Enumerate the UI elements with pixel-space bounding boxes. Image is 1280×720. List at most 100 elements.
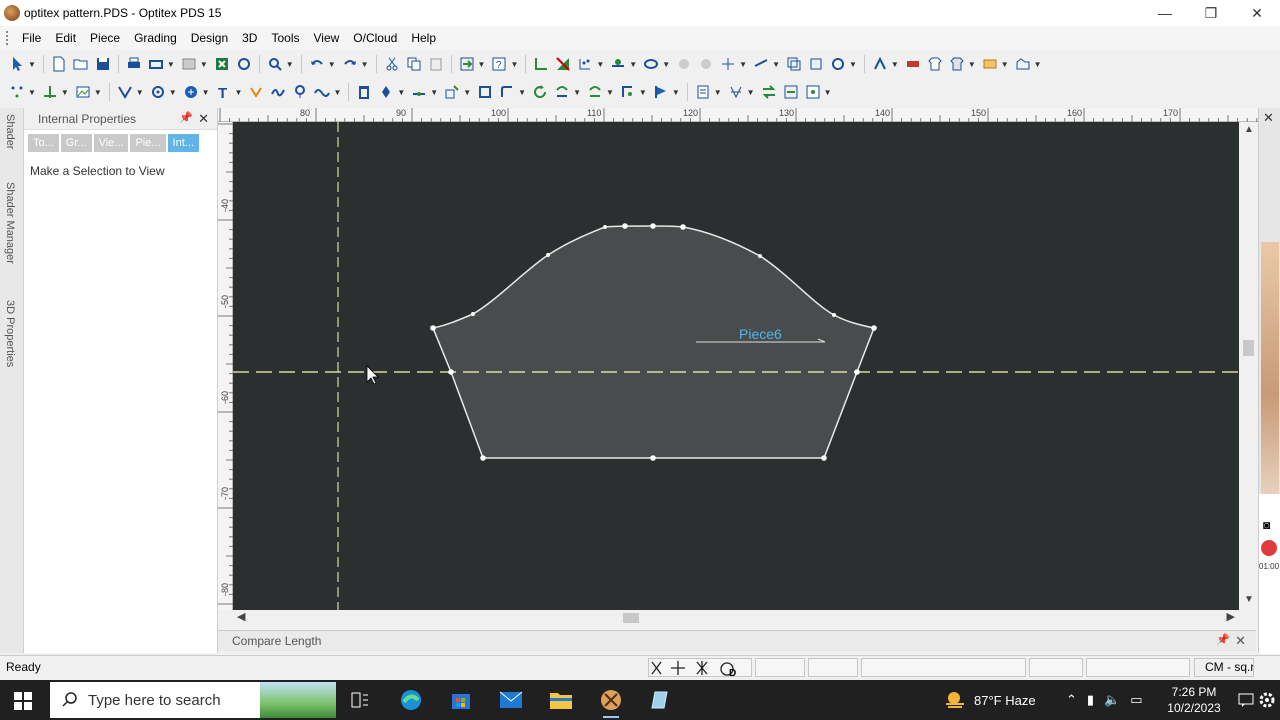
pin-icon[interactable]: 📌 [179, 111, 193, 124]
taskbar-search-box[interactable]: Type here to search [50, 682, 336, 718]
disabled-tool-2-icon[interactable] [697, 55, 715, 73]
units-indicator[interactable]: CM - sq.m [1194, 658, 1254, 677]
undo-icon[interactable] [308, 55, 326, 73]
pleat-tool-icon[interactable] [247, 83, 265, 101]
layout-dropdown-icon[interactable]: ▼ [200, 60, 208, 69]
add-notch-dropdown-icon[interactable]: ▼ [629, 60, 637, 69]
add-notch-icon[interactable] [609, 55, 627, 73]
piece-point[interactable] [650, 223, 656, 229]
piece-point[interactable] [430, 325, 436, 331]
horizontal-scrollbar[interactable]: ◀ ▶ [233, 610, 1239, 626]
plot-dropdown-icon[interactable]: ▼ [167, 60, 175, 69]
tab-shader-manager[interactable]: Shader Manager [4, 182, 16, 264]
layers-icon[interactable] [981, 55, 999, 73]
frame-icon[interactable] [476, 83, 494, 101]
menu-ocloud[interactable]: O/Cloud [346, 31, 404, 45]
microphone-icon[interactable]: ▮ [1087, 692, 1094, 708]
piece-point[interactable] [680, 224, 686, 230]
balloon-tool-icon[interactable] [291, 83, 309, 101]
sphere-3d-icon[interactable] [829, 55, 847, 73]
cut-path-icon[interactable] [727, 83, 745, 101]
button-tool-icon[interactable] [182, 83, 200, 101]
align-icon[interactable] [719, 55, 737, 73]
tab-internal[interactable]: Int... [167, 134, 199, 152]
tab-piece[interactable]: Pie... [130, 134, 166, 152]
windows-start-icon[interactable] [14, 692, 32, 710]
redo-dropdown-icon[interactable]: ▼ [361, 60, 369, 69]
points-tool-icon[interactable] [8, 83, 26, 101]
circle-tool-icon[interactable] [149, 83, 167, 101]
garment-icon[interactable] [948, 55, 966, 73]
disabled-tool-icon[interactable] [675, 55, 693, 73]
close-button[interactable]: ✕ [1234, 0, 1280, 26]
transfer-icon[interactable] [782, 83, 800, 101]
split-dropdown-icon[interactable]: ▼ [772, 60, 780, 69]
save-icon[interactable] [94, 55, 112, 73]
move-point-icon[interactable] [410, 83, 428, 101]
zoom-dropdown-icon[interactable]: ▼ [286, 60, 294, 69]
maximize-button[interactable]: ❐ [1188, 0, 1234, 26]
piece-point[interactable] [480, 455, 486, 461]
more-tools-dropdown-icon[interactable]: ▼ [824, 88, 832, 97]
camera-icon[interactable]: ◙ [1263, 518, 1270, 532]
minimize-button[interactable]: — [1142, 0, 1188, 26]
grid-points-dropdown-icon[interactable]: ▼ [596, 60, 604, 69]
menu-design[interactable]: Design [184, 31, 235, 45]
tab-tools[interactable]: To... [28, 134, 59, 152]
pen-tool-dropdown-icon[interactable]: ▼ [397, 88, 405, 97]
select-dropdown-icon[interactable]: ▼ [28, 60, 36, 69]
new-file-icon[interactable] [50, 55, 68, 73]
taskbar-clock[interactable]: 7:26 PM 10/2/2023 [1162, 684, 1226, 716]
image-tool-dropdown-icon[interactable]: ▼ [94, 88, 102, 97]
paste-icon[interactable] [427, 55, 445, 73]
weather-widget[interactable]: 87°F Haze [944, 680, 1036, 720]
select-arrow-icon[interactable] [8, 55, 26, 73]
menu-file[interactable]: File [15, 31, 48, 45]
scroll-up-icon[interactable]: ▲ [1244, 124, 1254, 135]
piece-label[interactable]: Piece6 [739, 326, 782, 342]
menu-view[interactable]: View [306, 31, 346, 45]
piece-info-icon[interactable] [807, 55, 825, 73]
pin-icon[interactable]: 📌 [1216, 633, 1230, 646]
optitex-taskbar-icon[interactable] [597, 686, 625, 718]
help-dropdown-icon[interactable]: ▼ [510, 60, 518, 69]
volume-icon[interactable]: 🔈 [1104, 692, 1120, 708]
points-tool-dropdown-icon[interactable]: ▼ [28, 88, 36, 97]
sew-curve-dropdown-icon[interactable]: ▼ [573, 88, 581, 97]
menu-3d[interactable]: 3D [235, 31, 264, 45]
pen-tool-icon[interactable] [377, 83, 395, 101]
wave-tool-dropdown-icon[interactable]: ▼ [333, 88, 341, 97]
copy-icon[interactable] [405, 55, 423, 73]
piece-point[interactable] [650, 455, 656, 461]
menu-grading[interactable]: Grading [127, 31, 184, 45]
mirror-icon[interactable] [443, 83, 461, 101]
circle-tool-dropdown-icon[interactable]: ▼ [169, 88, 177, 97]
import-dropdown-icon[interactable]: ▼ [478, 60, 486, 69]
measure-corner-icon[interactable] [532, 55, 550, 73]
more-tools-icon[interactable] [804, 83, 822, 101]
open-folder-icon[interactable] [72, 55, 90, 73]
right-dock-close-icon[interactable]: ✕ [1263, 110, 1274, 126]
piece-point[interactable] [471, 312, 475, 316]
piece-point[interactable] [854, 369, 860, 375]
record-icon[interactable] [1261, 540, 1277, 556]
duplicate-piece-icon[interactable] [785, 55, 803, 73]
compare-close-icon[interactable]: ✕ [1235, 633, 1246, 649]
piece-point[interactable] [546, 253, 550, 257]
layout-icon[interactable] [180, 55, 198, 73]
sew-line-icon[interactable] [586, 83, 604, 101]
redo-icon[interactable] [341, 55, 359, 73]
battery-icon[interactable]: ▭ [1130, 692, 1142, 708]
help-icon[interactable]: ? [490, 55, 508, 73]
vertical-scrollbar[interactable]: ▲ ▼ [1239, 122, 1258, 610]
scroll-right-icon[interactable]: ▶ [1227, 610, 1235, 623]
layers-dropdown-icon[interactable]: ▼ [1001, 60, 1009, 69]
piece-point[interactable] [821, 455, 827, 461]
notifications-icon[interactable] [1238, 680, 1254, 720]
tab-3d-properties[interactable]: 3D Properties [4, 300, 16, 367]
sew-line-dropdown-icon[interactable]: ▼ [606, 88, 614, 97]
wave-tool-icon[interactable] [313, 83, 331, 101]
edge-browser-icon[interactable] [397, 686, 425, 714]
seam-tool-icon[interactable] [498, 83, 516, 101]
cut-path-dropdown-icon[interactable]: ▼ [747, 88, 755, 97]
